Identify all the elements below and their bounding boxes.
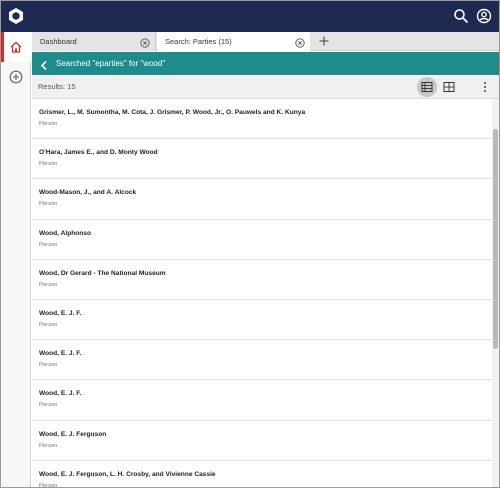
- tab-dashboard[interactable]: Dashboard: [32, 32, 156, 51]
- party-name[interactable]: Grismer, L., M. Sumontha, M. Cota, J. Gr…: [39, 109, 305, 116]
- party-name[interactable]: Wood, E. J. F.: [39, 310, 81, 317]
- party-name[interactable]: O'Hara, James E., and D. Monty Wood: [39, 149, 158, 156]
- party-name[interactable]: Wood, E. J. Ferguson: [39, 431, 106, 438]
- party-type: Person: [39, 321, 58, 328]
- scrollbar-thumb[interactable]: [493, 129, 498, 349]
- list-item[interactable]: Wood-Mason, J., and A. Alcock Person: [32, 179, 492, 220]
- party-name[interactable]: Wood-Mason, J., and A. Alcock: [39, 189, 136, 196]
- results-list: Grismer, L., M. Sumontha, M. Cota, J. Gr…: [32, 99, 492, 488]
- list-item[interactable]: Wood, E. J. Ferguson, L. H. Crosby, and …: [32, 461, 492, 488]
- close-icon[interactable]: [140, 36, 150, 48]
- list-item[interactable]: Wood, E. J. F. Person: [32, 300, 492, 341]
- results-scrollbar[interactable]: [492, 99, 499, 487]
- results-toolbar: Results: 15: [32, 75, 499, 99]
- list-item[interactable]: Wood, E. J. F. Person: [32, 340, 492, 381]
- add-tab-icon[interactable]: [317, 34, 331, 48]
- party-type: Person: [39, 201, 58, 208]
- search-icon[interactable]: [453, 8, 469, 24]
- list-item[interactable]: Grismer, L., M. Sumontha, M. Cota, J. Gr…: [32, 99, 492, 140]
- add-circle-icon[interactable]: [9, 70, 23, 84]
- list-item[interactable]: Wood, Alphonso Person: [32, 220, 492, 260]
- search-title: Searched "eparties" for "wood": [56, 59, 166, 68]
- results-count: Results: 15: [38, 82, 76, 91]
- tab-search-parties[interactable]: Search: Parties (15): [157, 32, 310, 51]
- party-type: Person: [39, 121, 58, 127]
- list-item[interactable]: Wood, E. J. Ferguson Person: [32, 421, 492, 461]
- tab-bar: Dashboard Search: Parties (15): [32, 32, 499, 51]
- party-type: Person: [39, 362, 58, 369]
- app-window: Dashboard Search: Parties (15) Searched …: [0, 0, 500, 488]
- party-type: Person: [39, 281, 58, 288]
- search-header: Searched "eparties" for "wood": [32, 52, 499, 75]
- party-type: Person: [39, 161, 58, 168]
- grid-view-button[interactable]: [439, 77, 459, 97]
- user-account-icon[interactable]: [476, 8, 492, 24]
- list-item[interactable]: Wood, E. J. F. Person: [32, 380, 492, 421]
- grid-view-icon: [443, 82, 455, 92]
- home-icon: [9, 40, 23, 54]
- party-name[interactable]: Wood, Dr Gerard - The National Museum: [39, 270, 166, 277]
- tab-label: Dashboard: [40, 37, 77, 46]
- top-navigation-bar: [1, 1, 499, 32]
- hexagon-logo-icon[interactable]: [7, 7, 25, 25]
- back-arrow-icon[interactable]: [39, 58, 49, 71]
- close-icon[interactable]: [295, 36, 305, 48]
- party-name[interactable]: Wood, Alphonso: [39, 230, 91, 237]
- tab-label: Search: Parties (15): [165, 37, 232, 46]
- party-type: Person: [39, 482, 58, 488]
- party-type: Person: [39, 402, 58, 409]
- rail-item-home[interactable]: [1, 32, 31, 62]
- left-nav-rail: [1, 32, 31, 487]
- party-name[interactable]: Wood, E. J. F.: [39, 390, 81, 397]
- more-vertical-icon[interactable]: [480, 79, 490, 95]
- party-type: Person: [39, 442, 58, 449]
- list-view-button[interactable]: [417, 77, 437, 97]
- party-name[interactable]: Wood, E. J. F.: [39, 350, 81, 357]
- list-view-icon: [421, 82, 433, 92]
- list-item[interactable]: O'Hara, James E., and D. Monty Wood Pers…: [32, 139, 492, 180]
- party-type: Person: [39, 241, 58, 248]
- party-name[interactable]: Wood, E. J. Ferguson, L. H. Crosby, and …: [39, 471, 216, 478]
- list-item[interactable]: Wood, Dr Gerard - The National Museum Pe…: [32, 260, 492, 300]
